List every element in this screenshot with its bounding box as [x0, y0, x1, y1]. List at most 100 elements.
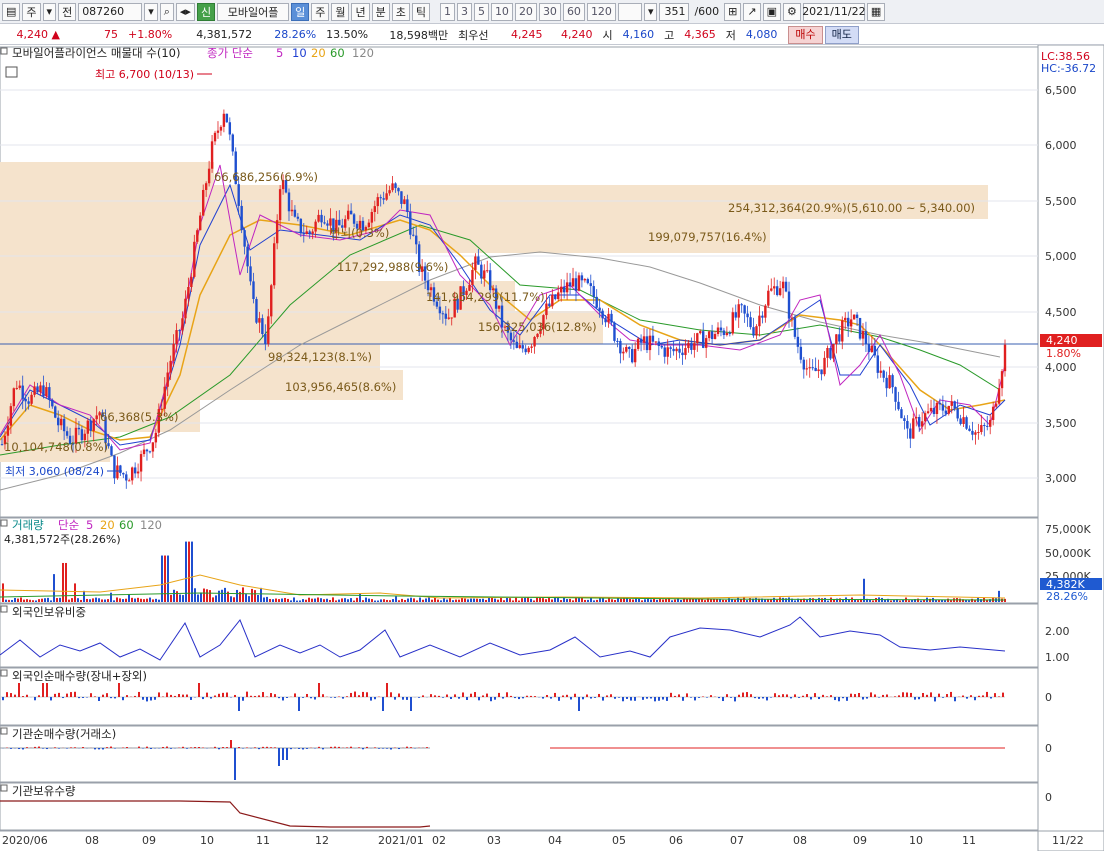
- interval-3[interactable]: 3: [456, 2, 472, 21]
- tab-minute[interactable]: 분: [371, 2, 390, 21]
- foreign-net-bar: [782, 694, 784, 697]
- volume-bar: [323, 599, 325, 602]
- buy-button[interactable]: 매수: [788, 25, 823, 44]
- foreign-net-bar: [6, 692, 8, 697]
- code-input[interactable]: 087260: [78, 2, 143, 21]
- candle-body: [743, 305, 746, 314]
- indicator-icon[interactable]: ↗: [743, 2, 761, 21]
- foreign-net-bar: [294, 693, 296, 697]
- candle-body: [971, 430, 974, 435]
- volume-bar: [401, 598, 403, 602]
- volume-bar: [809, 598, 811, 602]
- candle-body: [681, 352, 684, 356]
- tab-tick[interactable]: 틱: [411, 2, 430, 21]
- settings-icon[interactable]: ⚙: [783, 2, 801, 21]
- profile-label: 103,956,465(8.6%): [285, 380, 396, 394]
- interval-120[interactable]: 120: [586, 2, 616, 21]
- market-select[interactable]: 주: [22, 2, 41, 21]
- window-icon[interactable]: ▤: [2, 2, 21, 21]
- inst-net-bar: [94, 748, 96, 750]
- volume-bar: [308, 597, 310, 602]
- calendar-icon[interactable]: ▦: [866, 2, 886, 21]
- candle-body: [808, 367, 811, 369]
- speaker-icon[interactable]: ◂▸: [175, 2, 195, 21]
- volume-bar: [617, 598, 619, 602]
- volume-bar: [254, 590, 256, 602]
- foreign-net-bar: [562, 695, 564, 697]
- sell-button[interactable]: 매도: [824, 25, 859, 44]
- inst-net-bar: [190, 747, 192, 748]
- candle-body: [488, 270, 492, 291]
- save-icon[interactable]: ▣: [762, 2, 782, 21]
- interval-1[interactable]: 1: [439, 2, 455, 21]
- volume-bar: [863, 578, 865, 602]
- candle-body: [882, 370, 885, 378]
- interval-dropdown-icon[interactable]: ▾: [643, 2, 658, 21]
- foreign-net-bar: [994, 693, 996, 697]
- candle-body: [784, 281, 788, 292]
- candle-body: [551, 294, 554, 307]
- inst-net-bar: [398, 748, 400, 750]
- foreign-net-bar: [982, 695, 984, 697]
- volume-bar: [815, 599, 817, 602]
- candle-body: [755, 326, 758, 336]
- foreign-net-bar: [174, 695, 176, 697]
- candle-body: [565, 282, 569, 293]
- volume-bar: [74, 583, 76, 602]
- candle-body: [879, 370, 882, 373]
- interval-custom-input[interactable]: [617, 2, 642, 21]
- period-select[interactable]: 전: [58, 2, 77, 21]
- candle-body: [642, 336, 646, 343]
- candle-body: [24, 398, 27, 402]
- volume-bar: [296, 600, 298, 602]
- foreign-net-bar: [514, 697, 516, 699]
- candle-body: [80, 429, 84, 441]
- interval-20[interactable]: 20: [514, 2, 537, 21]
- candle-body: [275, 220, 279, 244]
- volume-bar: [350, 598, 352, 602]
- volume-bar: [8, 599, 10, 602]
- foreign-net-bar: [26, 694, 28, 697]
- dropdown-arrow-icon[interactable]: ▾: [42, 2, 57, 21]
- volume-bar: [605, 600, 607, 602]
- vol-ma-5: 5: [86, 518, 93, 532]
- inst-net-bar: [70, 747, 72, 748]
- interval-60[interactable]: 60: [562, 2, 585, 21]
- interval-10[interactable]: 10: [490, 2, 513, 21]
- interval-5[interactable]: 5: [473, 2, 489, 21]
- x-label: 11: [962, 834, 976, 847]
- candle-body: [651, 335, 655, 342]
- candle-body: [426, 280, 430, 291]
- foreign-net-bar: [702, 696, 704, 697]
- inst-net-bar: [110, 746, 112, 748]
- tab-month[interactable]: 월: [331, 2, 350, 21]
- stock-name-field[interactable]: 모바일어플: [217, 2, 290, 21]
- candle-body: [737, 304, 740, 318]
- candle-body: [636, 338, 640, 349]
- chart-type-icon[interactable]: ⊞: [724, 2, 742, 21]
- x-label: 2020/06: [2, 834, 48, 847]
- volume-bar: [920, 600, 922, 602]
- candle-body: [994, 403, 998, 407]
- foreign-net-bar: [314, 697, 316, 700]
- foreign-net-bar: [906, 692, 908, 697]
- interval-30[interactable]: 30: [538, 2, 561, 21]
- candle-body: [917, 417, 921, 427]
- foreign-net-bar: [410, 697, 412, 711]
- chart-area[interactable]: 최고 6,700 (10/13) 최저 3,060 (08/24) 254,31…: [0, 45, 1104, 851]
- tab-day[interactable]: 일: [291, 2, 310, 21]
- foreign-net-bar: [286, 697, 288, 698]
- tab-second[interactable]: 초: [391, 2, 410, 21]
- foreign-net-bar: [758, 697, 760, 699]
- tab-year[interactable]: 년: [351, 2, 370, 21]
- volume-bar: [287, 598, 289, 602]
- volume-bar: [743, 597, 745, 602]
- search-icon[interactable]: ⌕: [159, 2, 174, 21]
- count-input[interactable]: 351: [659, 2, 690, 21]
- code-dropdown-icon[interactable]: ▾: [144, 2, 158, 21]
- date-input[interactable]: 2021/11/22: [802, 2, 866, 21]
- tab-week[interactable]: 주: [311, 2, 330, 21]
- foreign-net-bar: [478, 697, 480, 701]
- foreign-net-bar: [794, 694, 796, 697]
- foreign-net-bar: [802, 695, 804, 697]
